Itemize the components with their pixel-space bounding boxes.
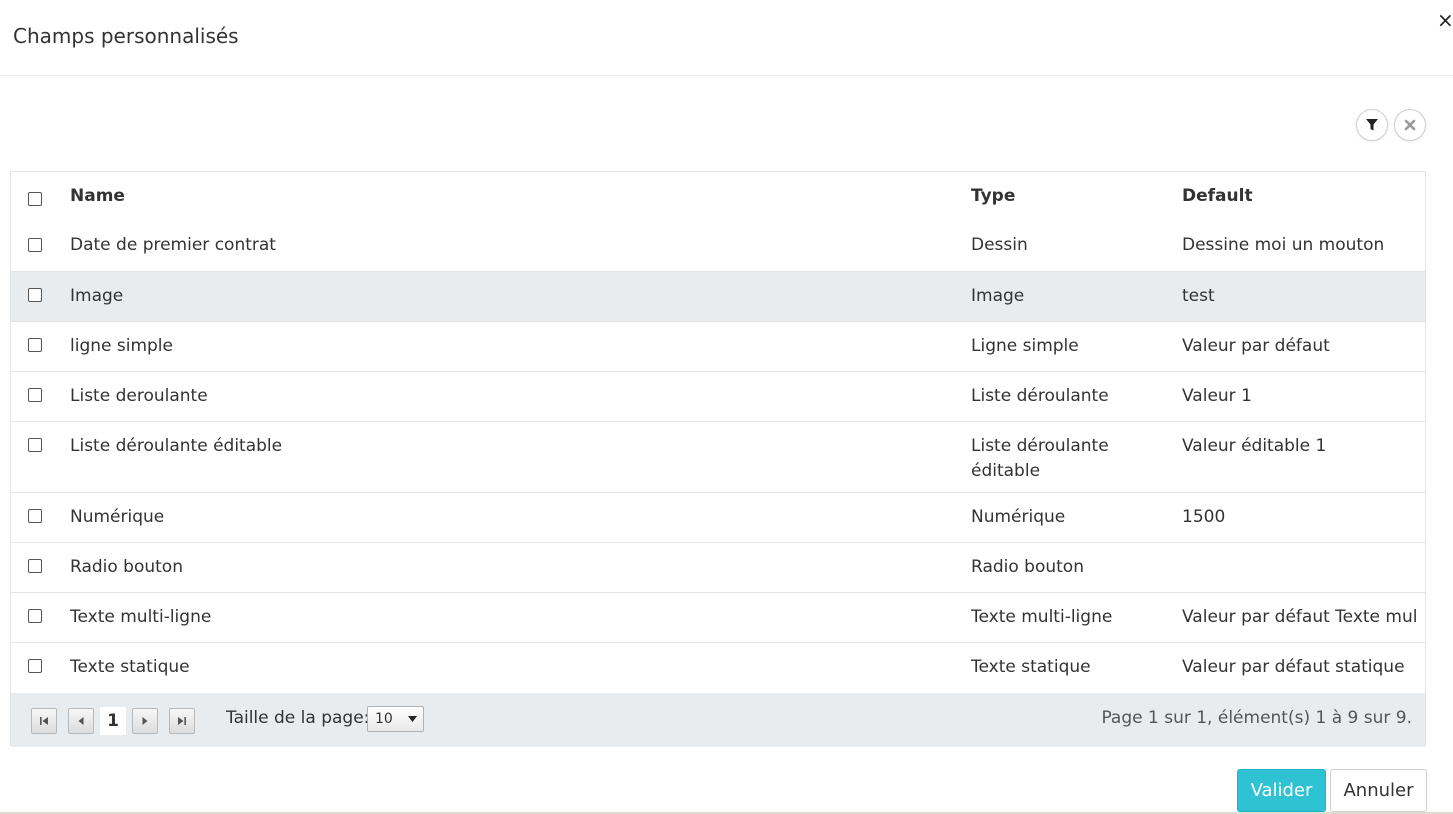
cell-default: Valeur éditable 1: [1182, 436, 1327, 456]
chevron-right-icon: [142, 717, 148, 725]
cell-name: Liste déroulante éditable: [70, 436, 283, 456]
table-row[interactable]: Date de premier contrat Dessin Dessine m…: [11, 222, 1425, 271]
column-header-name[interactable]: Name: [70, 186, 125, 206]
row-checkbox[interactable]: [28, 509, 42, 523]
cell-type: Radio bouton: [971, 557, 1084, 577]
table-row[interactable]: Texte multi-ligne Texte multi-ligne Vale…: [11, 592, 1425, 642]
chevron-left-icon: [78, 717, 84, 725]
cell-type: Numérique: [971, 507, 1066, 527]
last-page-button[interactable]: [169, 708, 195, 734]
row-checkbox[interactable]: [28, 438, 42, 452]
cell-default: test: [1182, 286, 1215, 306]
clear-filter-button[interactable]: [1394, 109, 1426, 141]
cell-name: Texte multi-ligne: [70, 607, 212, 627]
chevron-down-icon: [408, 716, 417, 722]
column-header-type[interactable]: Type: [971, 186, 1015, 206]
next-page-button[interactable]: [132, 708, 158, 734]
cell-name: Image: [70, 286, 124, 306]
row-checkbox[interactable]: [28, 388, 42, 402]
row-checkbox[interactable]: [28, 288, 42, 302]
close-icon[interactable]: ×: [1437, 9, 1453, 31]
cell-name: Date de premier contrat: [70, 235, 276, 255]
filter-button[interactable]: [1356, 109, 1388, 141]
table-row[interactable]: Liste deroulante Liste déroulante Valeur…: [11, 371, 1425, 421]
cell-name: Liste deroulante: [70, 386, 208, 406]
table-row[interactable]: Radio bouton Radio bouton: [11, 542, 1425, 592]
filter-icon: [1366, 119, 1378, 131]
table-row[interactable]: Texte statique Texte statique Valeur par…: [11, 642, 1425, 693]
cell-name: Radio bouton: [70, 557, 183, 577]
cell-type: Texte multi-ligne: [971, 607, 1113, 627]
cell-default: Valeur par défaut statique: [1182, 657, 1405, 677]
first-page-button[interactable]: [31, 708, 57, 734]
table-row[interactable]: ligne simple Ligne simple Valeur par déf…: [11, 321, 1425, 371]
cancel-button[interactable]: Annuler: [1330, 769, 1427, 812]
table-row[interactable]: Liste déroulante éditable Liste déroulan…: [11, 421, 1425, 492]
page-size-value: 10: [375, 711, 393, 727]
cell-name: Texte statique: [70, 657, 190, 677]
custom-fields-grid: Name Type Default Date de premier contra…: [10, 171, 1426, 747]
last-page-icon: [178, 717, 186, 725]
table-row[interactable]: Image Image test: [11, 271, 1425, 321]
select-all-checkbox[interactable]: [28, 192, 42, 206]
cell-type: Ligne simple: [971, 336, 1079, 356]
row-checkbox[interactable]: [28, 559, 42, 573]
row-checkbox[interactable]: [28, 609, 42, 623]
cell-type: Liste déroulante: [971, 386, 1109, 406]
row-checkbox[interactable]: [28, 338, 42, 352]
previous-page-button[interactable]: [68, 708, 94, 734]
cell-default: Valeur 1: [1182, 386, 1252, 406]
cell-type: Liste déroulante éditable: [971, 436, 1109, 481]
cell-type: Image: [971, 286, 1025, 306]
current-page: 1: [100, 707, 126, 735]
cell-type: Texte statique: [971, 657, 1091, 677]
page-size-select[interactable]: 10: [367, 706, 424, 732]
table-row[interactable]: Numérique Numérique 1500: [11, 492, 1425, 542]
cell-name: ligne simple: [70, 336, 173, 356]
clear-filter-icon: [1404, 119, 1416, 131]
column-header-default[interactable]: Default: [1182, 186, 1253, 206]
row-checkbox[interactable]: [28, 659, 42, 673]
page-size-label: Taille de la page:: [226, 708, 370, 728]
modal-title: Champs personnalisés: [13, 24, 239, 48]
row-checkbox[interactable]: [28, 238, 42, 252]
grid-header: Name Type Default: [11, 172, 1425, 222]
cell-default: Valeur par défaut Texte multi-ligne: [1182, 607, 1417, 627]
cell-default: 1500: [1182, 507, 1226, 527]
cell-default: Valeur par défaut: [1182, 336, 1330, 356]
cell-type: Dessin: [971, 235, 1028, 255]
pager-info: Page 1 sur 1, élément(s) 1 à 9 sur 9.: [1101, 708, 1412, 728]
first-page-icon: [40, 717, 48, 725]
cell-name: Numérique: [70, 507, 165, 527]
cell-default: Dessine moi un mouton: [1182, 235, 1385, 255]
validate-button[interactable]: Valider: [1237, 769, 1326, 812]
modal-header: Champs personnalisés: [0, 0, 1453, 76]
pager: 1 Taille de la page: 10 Page 1 sur 1, él…: [11, 693, 1425, 747]
